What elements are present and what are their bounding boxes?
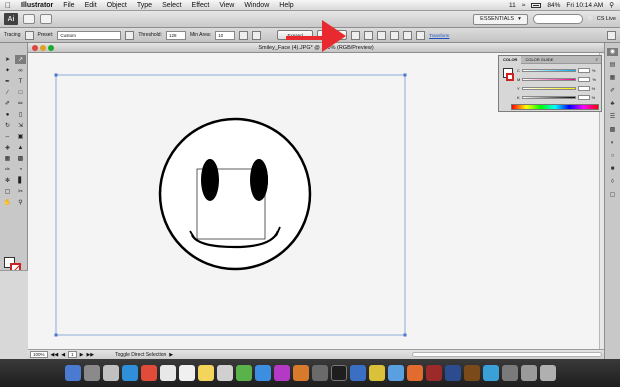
color-guide-icon[interactable]: ▤ (607, 61, 618, 69)
yellow-label: Y (517, 85, 520, 91)
launchpad-icon[interactable] (83, 365, 100, 381)
notes-icon[interactable] (197, 365, 214, 381)
yellow-field[interactable] (577, 85, 590, 91)
black-field[interactable] (577, 94, 590, 100)
black-slider[interactable] (521, 95, 576, 99)
facetime-icon[interactable] (254, 365, 271, 381)
system-preferences-icon[interactable] (387, 365, 404, 381)
swatches-icon[interactable]: ▦ (607, 74, 618, 82)
screen:  Illustrator File Edit Object Type Sele… (0, 0, 620, 387)
color-tab[interactable]: COLOR (499, 55, 522, 64)
cyan-slider[interactable] (521, 68, 576, 72)
symbols-icon[interactable]: ♣ (607, 100, 618, 108)
magenta-slider[interactable] (522, 77, 577, 81)
gradient-icon[interactable]: ▩ (607, 126, 618, 134)
black-label: K (517, 94, 520, 100)
finder-icon[interactable] (64, 365, 81, 381)
percent-label: % (591, 85, 596, 91)
yellow-slider[interactable] (521, 86, 576, 90)
chrome-icon[interactable] (140, 365, 157, 381)
magenta-label: M (517, 76, 521, 82)
folder-icon[interactable] (501, 365, 518, 381)
dreamweaver-icon[interactable] (482, 365, 499, 381)
cyan-label: C (517, 67, 520, 73)
macos-dock (0, 359, 620, 387)
reminders-icon[interactable] (216, 365, 233, 381)
appearance-icon[interactable]: ○ (607, 152, 618, 160)
messages-icon[interactable] (235, 365, 252, 381)
color-panel: COLOR COLOR GUIDE ≡ C % M % Y % K % (498, 55, 602, 112)
firefox-icon[interactable] (406, 365, 423, 381)
color-panel-stroke-swatch[interactable] (506, 73, 514, 81)
trash-icon[interactable] (539, 365, 556, 381)
calendar-icon[interactable] (178, 365, 195, 381)
annotation-arrow (286, 20, 346, 52)
percent-label: % (591, 67, 596, 73)
preview-icon[interactable] (311, 365, 328, 381)
cyan-field[interactable] (577, 67, 590, 73)
color-spectrum[interactable] (511, 104, 599, 110)
percent-label: % (591, 94, 596, 100)
acrobat-icon[interactable] (425, 365, 442, 381)
percent-label: % (592, 76, 596, 82)
downloads-icon[interactable] (520, 365, 537, 381)
mission-control-icon[interactable] (102, 365, 119, 381)
warning-app-icon[interactable] (368, 365, 385, 381)
color-guide-tab[interactable]: COLOR GUIDE (521, 57, 557, 62)
photo-booth-icon[interactable] (292, 365, 309, 381)
panel-options-icon[interactable]: ≡ (596, 57, 601, 62)
app-store-icon[interactable] (349, 365, 366, 381)
artboards-icon[interactable]: ▢ (607, 191, 618, 199)
brushes-icon[interactable]: ✐ (607, 87, 618, 95)
stroke-icon[interactable]: ☰ (607, 113, 618, 121)
terminal-icon[interactable] (330, 365, 347, 381)
panel-dock: ◉ ▤ ▦ ✐ ♣ ☰ ▩ ◐ ○ ■ ◊ ▢ (604, 43, 620, 359)
illustrator-dock-icon[interactable] (463, 365, 480, 381)
graphic-styles-icon[interactable]: ■ (607, 165, 618, 173)
magenta-field[interactable] (578, 76, 591, 82)
layers-icon[interactable]: ◊ (607, 178, 618, 186)
itunes-icon[interactable] (273, 365, 290, 381)
color-panel-icon[interactable]: ◉ (607, 48, 618, 56)
transparency-icon[interactable]: ◐ (607, 139, 618, 147)
photoshop-icon[interactable] (444, 365, 461, 381)
contacts-icon[interactable] (159, 365, 176, 381)
safari-icon[interactable] (121, 365, 138, 381)
